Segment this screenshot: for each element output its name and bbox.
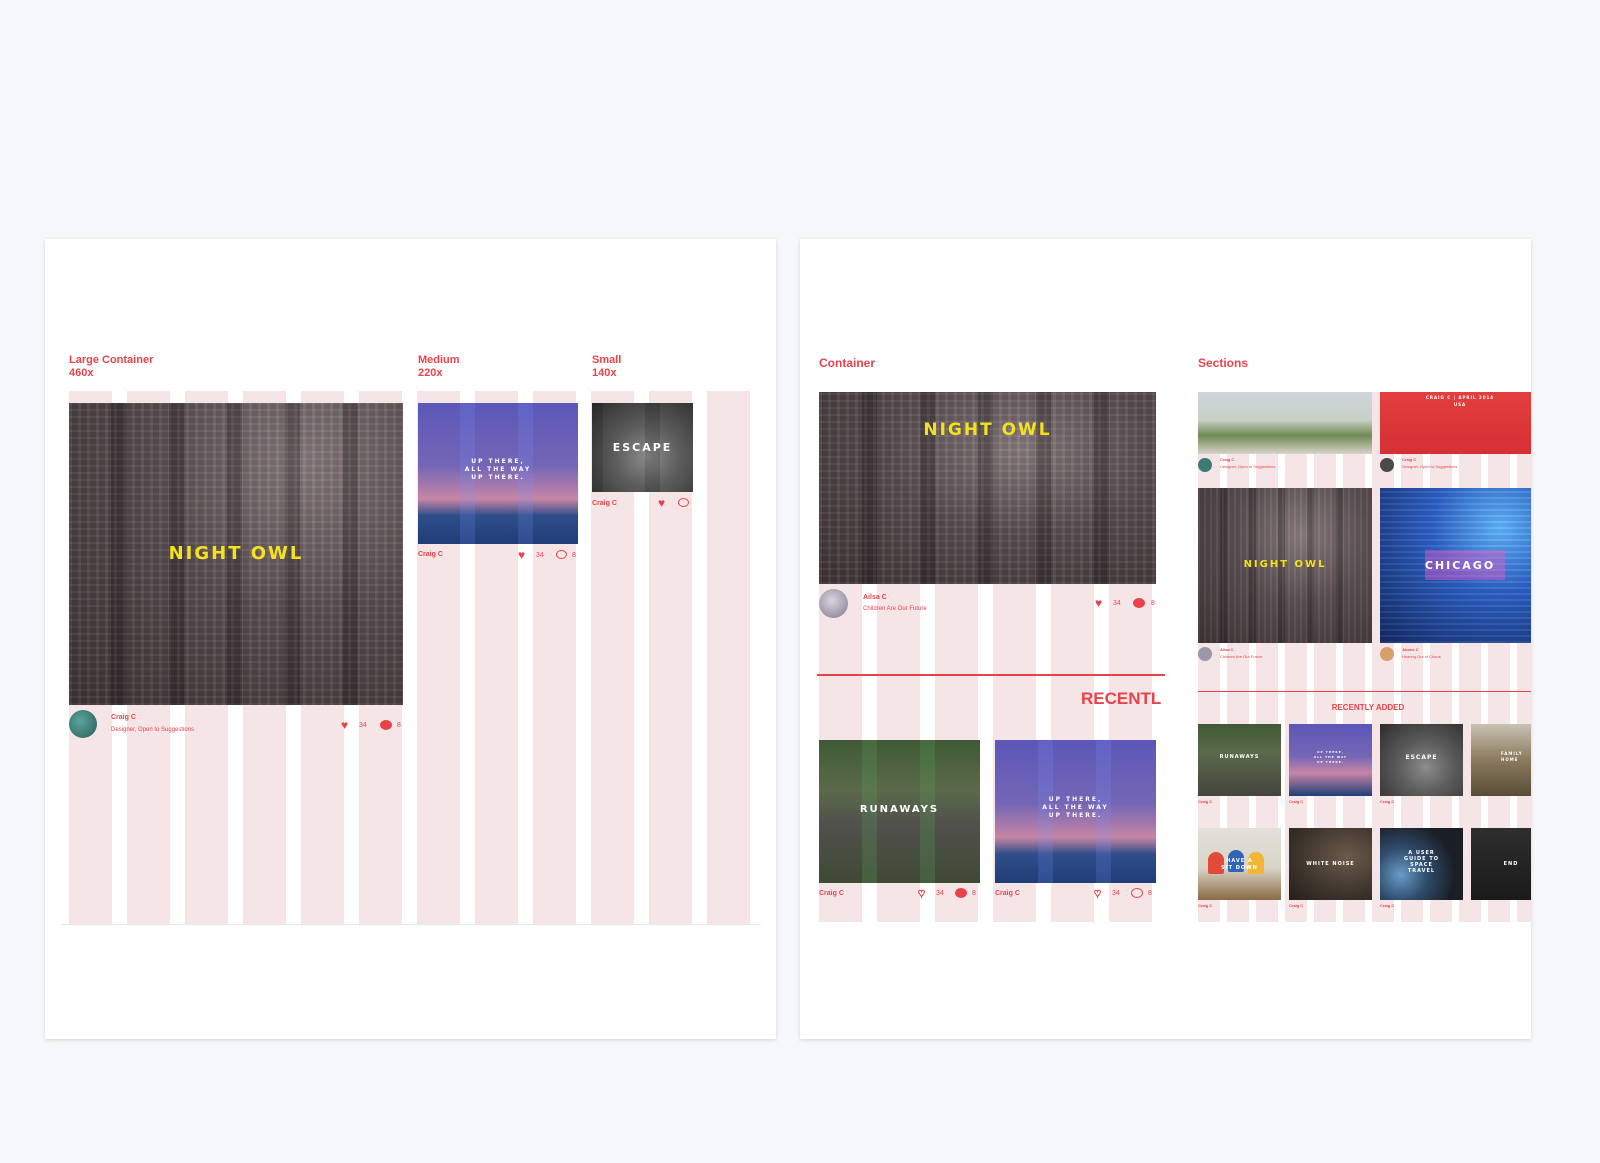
grid-tile[interactable]: RUNAWAYS: [1198, 724, 1281, 796]
sections-label: Sections: [1198, 356, 1249, 370]
grid-tile[interactable]: A USER GUIDE TO SPACE TRAVEL: [1380, 828, 1463, 900]
comment-icon[interactable]: [1131, 888, 1143, 898]
container-hero-title: NIGHT OWL: [923, 420, 1052, 440]
tile-author[interactable]: Craig C: [1289, 903, 1303, 908]
heart-icon[interactable]: ♥: [1095, 597, 1102, 609]
runaways-card-image[interactable]: RUNAWAYS: [819, 740, 980, 883]
small-card-author[interactable]: Craig C: [592, 500, 617, 507]
tile-author[interactable]: Craig C: [1402, 457, 1416, 462]
avatar[interactable]: [1380, 458, 1394, 472]
grid-tile[interactable]: WHITE NOISE: [1289, 828, 1372, 900]
medium-card-title: UP THERE, ALL THE WAY UP THERE.: [464, 458, 532, 481]
tile-subtitle: Designer, Open to Suggestions: [1220, 464, 1276, 469]
comment-count: 8: [1151, 600, 1155, 607]
medium-card-author[interactable]: Craig C: [418, 551, 443, 558]
medium-label: Medium 220x: [418, 354, 460, 379]
avatar[interactable]: [819, 589, 848, 618]
like-count: 34: [1113, 600, 1121, 607]
up-there-title: UP THERE, ALL THE WAY UP THERE.: [1042, 796, 1109, 819]
like-count: 34: [359, 722, 367, 729]
sections-beach-tile[interactable]: [1198, 392, 1372, 454]
comment-icon[interactable]: [556, 550, 567, 559]
baseline: [61, 924, 761, 925]
large-container-label: Large Container 460x: [69, 354, 154, 379]
tile-subtitle: Hearing Out of Chaos: [1402, 654, 1441, 659]
comment-count: 8: [972, 890, 976, 897]
night-owl-tile-title: NIGHT OWL: [1243, 559, 1327, 570]
like-count: 34: [1112, 890, 1120, 897]
avatar[interactable]: [69, 710, 97, 738]
comment-icon[interactable]: [380, 720, 392, 730]
heart-icon[interactable]: ♥: [917, 887, 925, 900]
heart-icon[interactable]: ♥: [341, 719, 348, 731]
avatar[interactable]: [1198, 647, 1212, 661]
heart-icon[interactable]: ♥: [1093, 887, 1101, 900]
medium-card-image[interactable]: UP THERE, ALL THE WAY UP THERE.: [418, 403, 578, 544]
large-card-image[interactable]: NIGHT OWL: [69, 403, 403, 705]
comment-icon[interactable]: [678, 498, 689, 507]
recent-divider: [817, 674, 1165, 676]
tile-author[interactable]: Craig C: [1198, 799, 1212, 804]
heart-icon[interactable]: ♥: [518, 549, 525, 561]
red-tile-title: CRAIG C | APRIL 2014 USA: [1425, 395, 1495, 407]
card-author[interactable]: Craig C: [995, 890, 1020, 897]
sections-red-tile[interactable]: CRAIG C | APRIL 2014 USA: [1380, 392, 1531, 454]
hero-subtitle: Children Are Our Future: [863, 606, 927, 612]
small-label: Small 140x: [592, 354, 622, 379]
container-label: Container: [819, 356, 876, 370]
large-card-title: NIGHT OWL: [168, 543, 304, 564]
avatar[interactable]: [1380, 647, 1394, 661]
comment-icon[interactable]: [1133, 598, 1145, 608]
grid-tile[interactable]: FAMILY HOME: [1471, 724, 1531, 796]
like-count: 34: [936, 890, 944, 897]
chicago-tile-title: CHICAGO: [1424, 559, 1496, 572]
grid-tile[interactable]: ESCAPE: [1380, 724, 1463, 796]
tile-author[interactable]: Craig C: [1198, 903, 1212, 908]
recent-heading: RECENTL: [1081, 689, 1162, 708]
tile-author[interactable]: Craig C: [1289, 799, 1303, 804]
small-card-image[interactable]: ESCAPE: [592, 403, 693, 492]
comment-count: 8: [397, 722, 401, 729]
sections-chicago-tile[interactable]: CHICAGO: [1380, 488, 1531, 643]
like-count: 34: [536, 552, 544, 559]
tile-author[interactable]: Craig C: [1220, 457, 1234, 462]
large-card-subtitle: Designer, Open to Suggestions: [111, 727, 195, 733]
tile-author[interactable]: Craig C: [1380, 799, 1394, 804]
heart-icon[interactable]: ♥: [658, 497, 665, 509]
comment-count: 8: [572, 552, 576, 559]
card-author[interactable]: Craig C: [819, 890, 844, 897]
grid-tile[interactable]: UP THERE, ALL THE WAY UP THERE.: [1289, 724, 1372, 796]
tile-subtitle: Children Are Our Future: [1220, 654, 1263, 659]
sections-recent-heading: RECENTLY ADDED: [1331, 703, 1405, 712]
comment-icon[interactable]: [955, 888, 967, 898]
sections-night-owl-tile[interactable]: NIGHT OWL: [1198, 488, 1372, 643]
grid-tile[interactable]: END: [1471, 828, 1531, 900]
up-there-card-image[interactable]: UP THERE, ALL THE WAY UP THERE.: [995, 740, 1156, 883]
large-card-author[interactable]: Craig C: [111, 714, 136, 721]
tile-author[interactable]: Craig C: [1380, 903, 1394, 908]
small-card-title: ESCAPE: [612, 441, 673, 454]
right-board: Container Sections NIGHT OWL Ailsa C Chi…: [800, 239, 1531, 1039]
sections-divider: [1198, 691, 1531, 692]
grid-tile[interactable]: HAVE A SIT DOWN: [1198, 828, 1281, 900]
tile-author[interactable]: James C: [1402, 647, 1418, 652]
comment-count: 8: [1148, 890, 1152, 897]
hero-author[interactable]: Ailsa C: [863, 594, 887, 601]
container-hero-image[interactable]: NIGHT OWL: [819, 392, 1156, 584]
left-board: Large Container 460x Medium 220x Small 140x…: [45, 239, 776, 1039]
runaways-title: RUNAWAYS: [859, 804, 940, 815]
avatar[interactable]: [1198, 458, 1212, 472]
tile-author[interactable]: Ailsa C: [1220, 647, 1234, 652]
tile-subtitle: Designer, Open to Suggestions: [1402, 464, 1458, 469]
